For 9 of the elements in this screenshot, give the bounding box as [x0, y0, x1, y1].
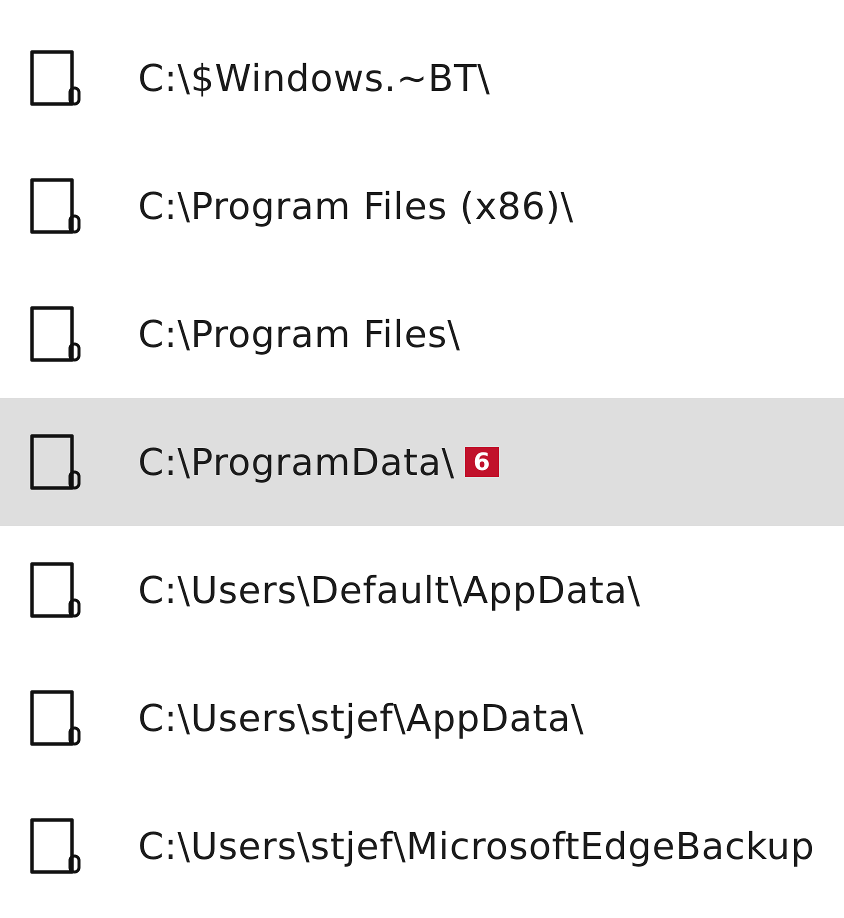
- file-icon: [30, 50, 82, 106]
- path-list-item[interactable]: C:\ProgramData\ 6: [0, 398, 844, 526]
- number-badge: 6: [464, 447, 499, 477]
- file-icon: [30, 178, 82, 234]
- file-icon: [30, 306, 82, 362]
- file-icon: [30, 562, 82, 618]
- file-icon: [30, 818, 82, 874]
- file-icon: [30, 434, 82, 490]
- file-icon: [30, 690, 82, 746]
